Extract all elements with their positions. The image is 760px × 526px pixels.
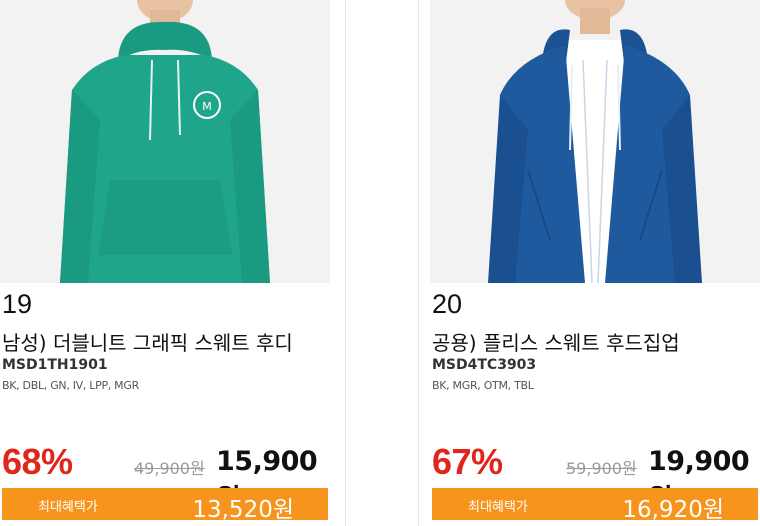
original-price: 59,900원 [566, 459, 637, 478]
column-divider-left [345, 0, 346, 526]
max-benefit-bar[interactable]: 최대혜택가 16,920원 [432, 488, 758, 523]
column-divider-right [418, 0, 419, 526]
svg-text:M: M [202, 100, 212, 113]
rank-number: 19 [2, 289, 33, 319]
product-card[interactable]: M 19 남성) 더블니트 그래픽 스웨트 후디 MSD1TH1901 BK, … [0, 0, 330, 526]
original-price: 49,900원 [134, 459, 205, 478]
product-code: MSD1TH1901 [2, 357, 108, 373]
blue-zip-hoodie-icon [430, 0, 760, 283]
product-name[interactable]: 공용) 플리스 스웨트 후드집업 [432, 327, 680, 356]
product-image[interactable] [430, 0, 760, 283]
benefit-price: 13,520원 [192, 497, 294, 523]
max-benefit-bar[interactable]: 최대혜택가 13,520원 [2, 488, 328, 523]
benefit-label: 최대혜택가 [468, 500, 528, 515]
discount-rate: 67% [432, 441, 503, 482]
green-hoodie-icon: M [0, 0, 330, 283]
color-options: BK, MGR, OTM, TBL [432, 379, 534, 392]
product-name[interactable]: 남성) 더블니트 그래픽 스웨트 후디 [2, 327, 293, 356]
product-image[interactable]: M [0, 0, 330, 283]
benefit-label: 최대혜택가 [38, 500, 98, 515]
benefit-price: 16,920원 [622, 497, 724, 523]
rank-number: 20 [432, 289, 463, 319]
product-card[interactable]: 20 공용) 플리스 스웨트 후드집업 MSD4TC3903 BK, MGR, … [430, 0, 760, 526]
product-code: MSD4TC3903 [432, 357, 537, 373]
discount-rate: 68% [2, 441, 73, 482]
color-options: BK, DBL, GN, IV, LPP, MGR [2, 379, 139, 392]
